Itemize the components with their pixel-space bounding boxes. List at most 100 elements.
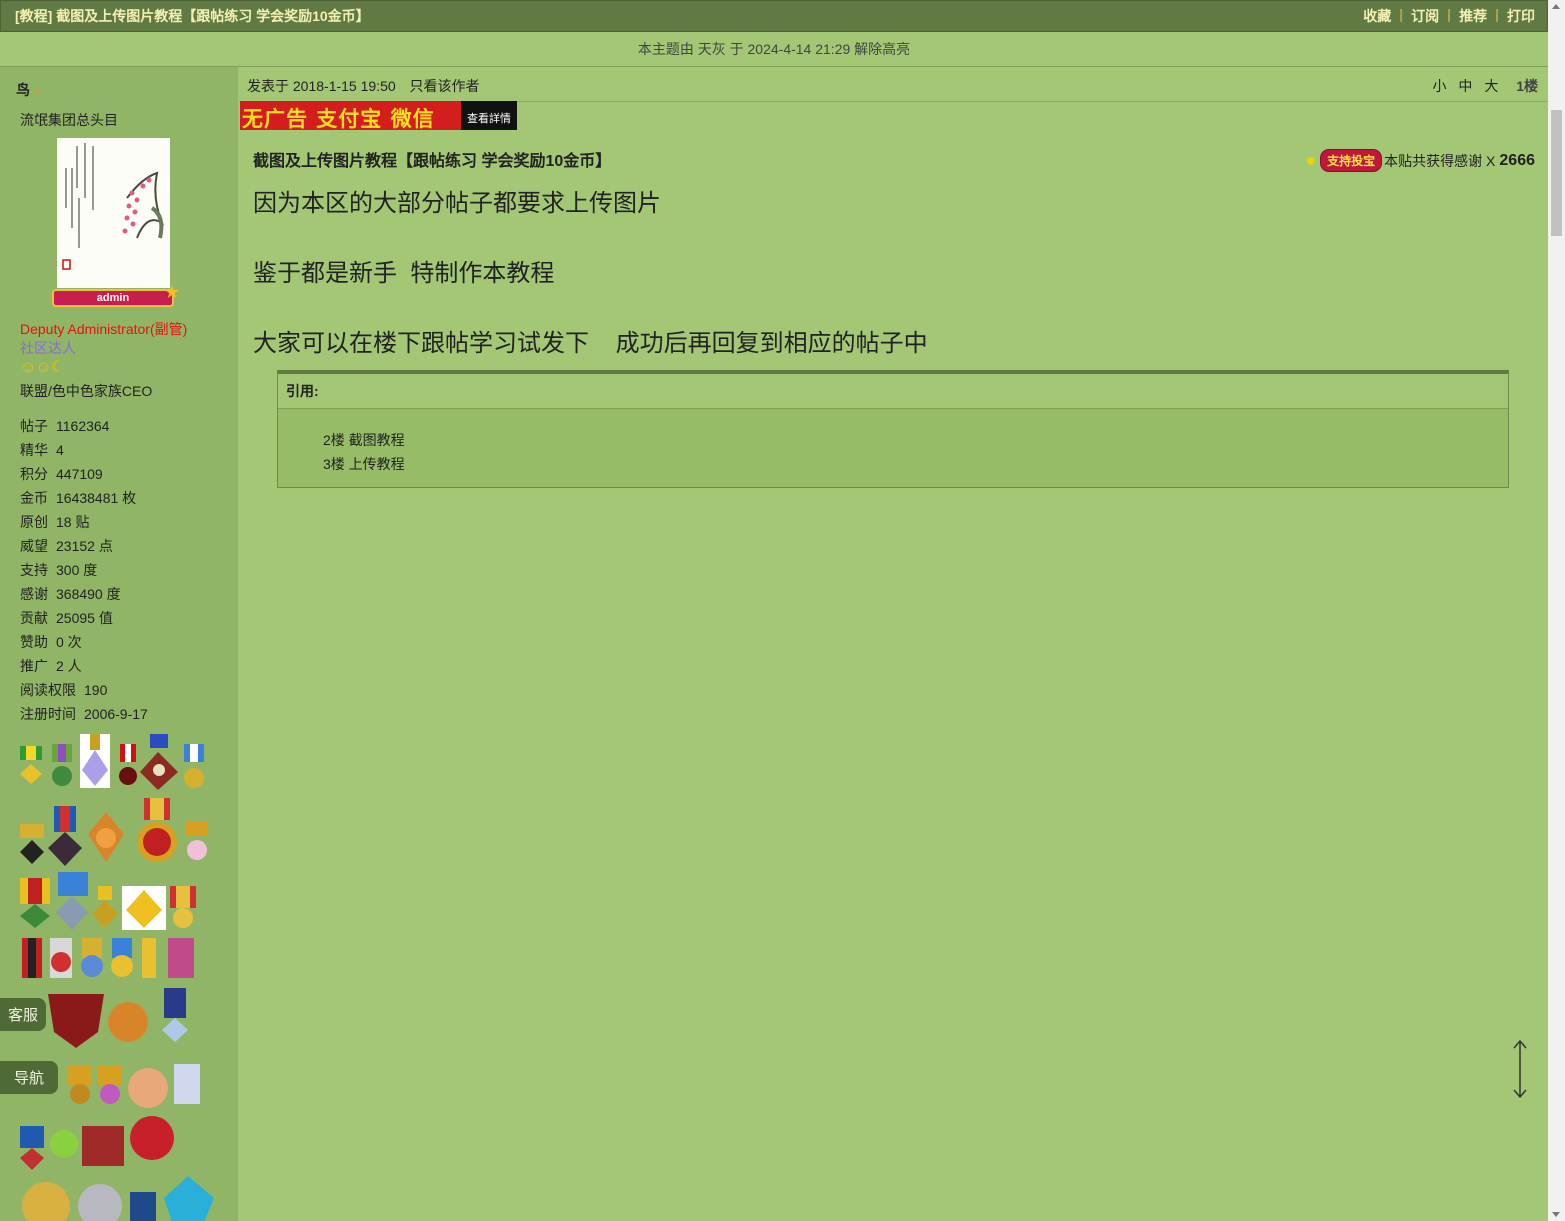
stat-value: 2006-9-17 — [84, 706, 148, 722]
thanks-count: 2666 — [1499, 151, 1535, 169]
medal-icon — [168, 938, 194, 978]
post-body-line: 因为本区的大部分帖子都要求上传图片 — [253, 190, 661, 217]
medal-icon — [174, 1064, 200, 1104]
stat-row: 精华 4 — [20, 441, 148, 465]
avatar-painting-icon — [57, 138, 170, 288]
ad-more-link[interactable]: 查看詳情 — [461, 101, 517, 130]
medal-icon — [48, 806, 82, 866]
medal-icon — [128, 1068, 168, 1108]
stat-row: 注册时间 2006-9-17 — [20, 705, 148, 729]
medal-icon — [137, 798, 177, 862]
medal-icon — [92, 886, 118, 928]
recommend-link[interactable]: 推荐 — [1459, 6, 1487, 26]
scroll-up-icon[interactable] — [1552, 4, 1560, 9]
stat-row: 阅读权限 190 — [20, 681, 148, 705]
medal-icon — [184, 744, 204, 788]
user-group: Deputy Administrator(副管) — [20, 321, 188, 337]
stat-value: 16438481 枚 — [56, 490, 137, 506]
stat-label: 贡献 — [20, 610, 48, 626]
font-medium-button[interactable]: 中 — [1458, 78, 1472, 94]
moon-icon: ☾ — [50, 359, 65, 376]
thread-title: [教程] 截图及上传图片教程【跟帖练习 学会奖励10金币】 — [15, 8, 370, 24]
author-custom-title: 流氓集团总头目 — [20, 112, 118, 128]
quote-label: 引用: — [278, 374, 1508, 409]
stat-value: 368490 度 — [56, 586, 121, 602]
scroll-arrows-icon[interactable] — [1511, 1038, 1529, 1100]
stat-value: 447109 — [56, 466, 103, 482]
stat-label: 积分 — [20, 466, 48, 482]
stat-row: 帖子 1162364 — [20, 417, 148, 441]
medal-icon — [20, 746, 42, 784]
stat-label: 金币 — [20, 490, 48, 506]
medal-icon — [164, 1176, 214, 1221]
stat-label: 精华 — [20, 442, 48, 458]
stat-value: 1162364 — [56, 418, 110, 434]
support-button[interactable]: 支持投宝 — [1320, 149, 1383, 172]
navigation-button[interactable]: 导航 — [0, 1061, 59, 1094]
medal-icon — [50, 938, 72, 978]
stat-value: 300 度 — [56, 562, 98, 578]
medal-icon — [142, 938, 156, 978]
scroll-down-icon[interactable] — [1552, 1212, 1560, 1217]
medal-collection — [20, 734, 214, 1221]
post-body-line: 鉴于都是新手 特制作本教程 — [253, 260, 555, 287]
medal-icon — [22, 938, 42, 978]
stat-row: 支持 300 度 — [20, 561, 148, 585]
medal-icon — [20, 1126, 44, 1170]
font-large-button[interactable]: 大 — [1484, 78, 1498, 94]
admin-badge: admin ★ — [52, 283, 180, 307]
stat-label: 注册时间 — [20, 706, 76, 722]
medal-icon — [52, 744, 72, 786]
chevron-down-icon[interactable] — [33, 88, 41, 94]
ad-banner-text: 无广告 支付宝 微信 — [242, 107, 435, 130]
print-link[interactable]: 打印 — [1507, 6, 1535, 26]
stat-label: 威望 — [20, 538, 48, 554]
stat-row: 赞助 0 次 — [20, 633, 148, 657]
avatar[interactable] — [57, 138, 170, 288]
stat-value: 25095 值 — [56, 610, 113, 626]
stat-label: 赞助 — [20, 634, 48, 650]
customer-service-button[interactable]: 客服 — [0, 998, 47, 1031]
user-family: 联盟/色中色家族CEO — [20, 383, 153, 399]
author-name[interactable]: 鸟 — [16, 80, 41, 100]
ad-banner[interactable]: 无广告 支付宝 微信 查看詳情 — [240, 101, 517, 130]
thanks-box: ● 支持投宝 本贴共获得感谢 X 2666 — [1305, 149, 1535, 172]
floor-number[interactable]: 1楼 — [1516, 78, 1538, 94]
subscribe-link[interactable]: 订阅 — [1411, 6, 1439, 26]
post-meta: 发表于 2018-1-15 19:50 只看该作者 — [247, 76, 480, 96]
medal-icon — [22, 1182, 70, 1221]
scrollbar-thumb[interactable] — [1551, 110, 1562, 236]
sun-icon: ☺ — [35, 359, 51, 376]
medal-icon — [48, 994, 104, 1048]
stat-value: 2 人 — [56, 658, 82, 674]
author-name-text[interactable]: 鸟 — [16, 82, 30, 98]
thread-actions: 收藏 | 订阅 | 推荐 | 打印 — [1363, 6, 1535, 26]
medal-icon — [111, 938, 133, 977]
medal-icon — [140, 734, 178, 790]
quote-block: 引用: 2楼 截图教程 3楼 上传教程 — [277, 370, 1509, 488]
stat-row: 感谢 368490 度 — [20, 585, 148, 609]
medal-icon — [108, 1002, 148, 1042]
admin-badge-label: admin — [96, 292, 130, 304]
page-scrollbar[interactable] — [1548, 0, 1565, 1221]
stat-row: 贡献 25095 值 — [20, 609, 148, 633]
user-rank[interactable]: 社区达人 — [20, 338, 76, 358]
favorite-link[interactable]: 收藏 — [1363, 6, 1391, 26]
star-icon: ★ — [163, 282, 180, 302]
post-body-line: 大家可以在楼下跟帖学习试发下 成功后再回复到相应的帖子中 — [253, 330, 928, 357]
stat-label: 原创 — [20, 514, 48, 530]
stat-row: 金币 16438481 枚 — [20, 489, 148, 513]
stat-row: 推广 2 人 — [20, 657, 148, 681]
thread-title-bar: [教程] 截图及上传图片教程【跟帖练习 学会奖励10金币】 收藏 | 订阅 | … — [0, 0, 1548, 32]
divider: | — [1495, 6, 1499, 22]
post-tools: 小 中 大 1楼 — [1425, 76, 1538, 96]
only-author-link[interactable]: 只看该作者 — [410, 78, 480, 94]
stat-value: 190 — [84, 682, 108, 698]
sun-icon: ☺ — [20, 359, 36, 376]
moderation-notice: 本主题由 天灰 于 2024-4-14 21:29 解除高亮 — [0, 32, 1548, 67]
medal-icon — [82, 1126, 124, 1166]
thanks-label: 本贴共获得感谢 X — [1384, 152, 1496, 169]
medal-icon — [130, 1116, 174, 1160]
font-small-button[interactable]: 小 — [1433, 78, 1447, 94]
lightbulb-icon: ● — [1305, 150, 1317, 170]
